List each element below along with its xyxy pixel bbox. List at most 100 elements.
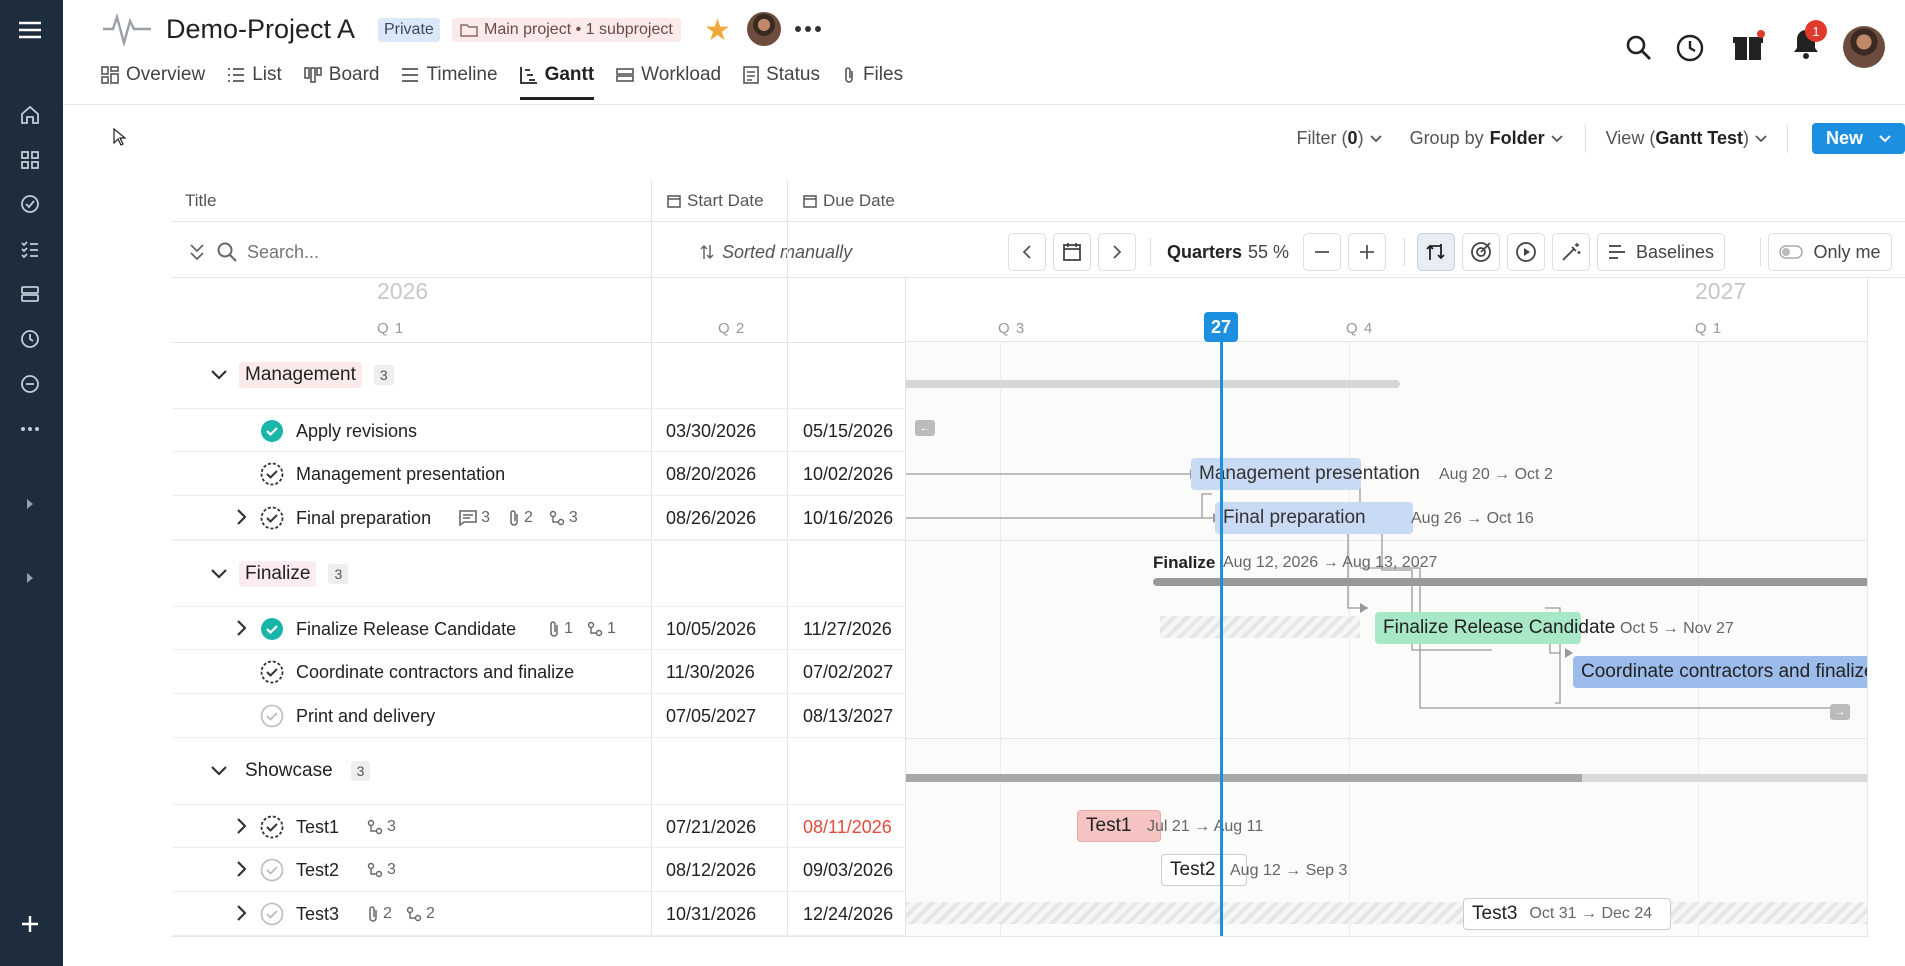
notifications-bell-icon[interactable]: 1 bbox=[1787, 20, 1827, 62]
collapse-all-icon[interactable] bbox=[189, 226, 205, 278]
table-row[interactable]: Apply revisions 03/30/2026 05/15/2026 bbox=[172, 408, 966, 452]
table-row[interactable]: Test3 2 2 10/31/2026 12/24/2026 bbox=[172, 892, 966, 936]
start-date[interactable]: 03/30/2026 bbox=[666, 409, 756, 453]
menu-icon[interactable] bbox=[18, 18, 42, 42]
table-row[interactable]: Test2 3 08/12/2026 09/03/2026 bbox=[172, 848, 966, 892]
only-me-toggle[interactable]: Only me bbox=[1768, 233, 1892, 271]
more-icon[interactable] bbox=[18, 417, 42, 441]
search-field[interactable] bbox=[247, 241, 527, 263]
tab-gantt[interactable]: Gantt bbox=[519, 64, 594, 100]
table-row[interactable]: Management presentation 08/20/2026 10/02… bbox=[172, 452, 966, 496]
critical-path-toggle[interactable] bbox=[1462, 233, 1500, 271]
group-header-finalize[interactable]: Finalize 3 bbox=[172, 540, 927, 606]
offscreen-right-arrow-icon[interactable]: → bbox=[1830, 704, 1850, 720]
group-header-showcase[interactable]: Showcase 3 bbox=[211, 738, 371, 804]
search-input[interactable] bbox=[247, 226, 547, 278]
table-row[interactable]: Finalize Release Candidate 1 1 10/05/202… bbox=[172, 606, 966, 650]
gantt-chart[interactable]: ← Management presentation Aug 20 → Oct 2… bbox=[905, 278, 1867, 936]
column-due-date[interactable]: Due Date bbox=[803, 180, 895, 222]
pending-check-icon[interactable] bbox=[260, 660, 284, 684]
due-date[interactable]: 11/27/2026 bbox=[803, 607, 892, 651]
today-button[interactable] bbox=[1053, 233, 1091, 271]
due-date[interactable]: 09/03/2026 bbox=[803, 848, 893, 892]
apps-grid-icon[interactable] bbox=[18, 148, 42, 172]
chevron-right-icon[interactable] bbox=[236, 509, 246, 525]
gantt-bar-test3[interactable]: Test3 Oct 31 → Dec 24 bbox=[1463, 898, 1671, 930]
due-date[interactable]: 10/16/2026 bbox=[803, 496, 893, 540]
view-selector-button[interactable]: View (Gantt Test) bbox=[1606, 128, 1767, 149]
start-date[interactable]: 08/26/2026 bbox=[666, 496, 756, 540]
due-date[interactable]: 12/24/2026 bbox=[803, 892, 893, 936]
expand-right-icon[interactable] bbox=[18, 566, 42, 590]
sort-button[interactable]: Sorted manually bbox=[700, 226, 852, 278]
history-clock-icon[interactable] bbox=[1676, 34, 1704, 62]
gantt-bar-final-preparation[interactable]: Final preparation bbox=[1215, 502, 1413, 534]
start-date[interactable]: 11/30/2026 bbox=[666, 650, 755, 694]
pending-check-icon[interactable] bbox=[260, 815, 284, 839]
favorite-star-icon[interactable]: ★ bbox=[704, 13, 731, 48]
tab-board[interactable]: Board bbox=[303, 64, 379, 100]
search-icon[interactable] bbox=[1626, 35, 1652, 61]
chevron-down-icon[interactable] bbox=[211, 568, 227, 579]
table-row[interactable]: Print and delivery 07/05/2027 08/13/2027 bbox=[172, 694, 966, 738]
table-row[interactable]: Test1 3 07/21/2026 08/11/2026 bbox=[172, 804, 966, 848]
tab-timeline[interactable]: Timeline bbox=[401, 64, 498, 100]
user-avatar[interactable] bbox=[1843, 26, 1885, 68]
group-summary-bar[interactable] bbox=[1153, 578, 1867, 586]
open-check-icon[interactable] bbox=[260, 858, 284, 882]
minus-circle-icon[interactable] bbox=[18, 372, 42, 396]
baselines-button[interactable]: Baselines bbox=[1597, 233, 1725, 271]
chevron-down-icon[interactable] bbox=[211, 370, 227, 380]
group-by-button[interactable]: Group by Folder bbox=[1410, 128, 1563, 149]
tab-workload[interactable]: Workload bbox=[616, 64, 721, 100]
home-icon[interactable] bbox=[18, 103, 42, 127]
pending-check-icon[interactable] bbox=[260, 506, 284, 530]
start-date[interactable]: 08/20/2026 bbox=[666, 452, 756, 496]
pending-check-icon[interactable] bbox=[260, 462, 284, 486]
prev-period-button[interactable] bbox=[1008, 233, 1046, 271]
member-avatar[interactable] bbox=[747, 12, 781, 46]
zoom-out-button[interactable] bbox=[1303, 233, 1341, 271]
dependencies-toggle[interactable] bbox=[1417, 233, 1455, 271]
chevron-right-icon[interactable] bbox=[236, 861, 246, 877]
column-start-date[interactable]: Start Date bbox=[667, 180, 764, 222]
database-icon[interactable] bbox=[18, 282, 42, 306]
filter-button[interactable]: Filter (0) bbox=[1297, 128, 1382, 149]
table-row[interactable]: Final preparation 3 2 3 08/26/2026 10/16… bbox=[172, 496, 966, 540]
tab-status[interactable]: Status bbox=[743, 64, 820, 100]
gantt-bar-finalize-release-candidate[interactable]: Finalize Release Candidate bbox=[1375, 612, 1615, 644]
tab-list[interactable]: List bbox=[227, 64, 282, 100]
checklist-icon[interactable] bbox=[18, 237, 42, 261]
tab-overview[interactable]: Overview bbox=[101, 64, 205, 100]
column-title[interactable]: Title bbox=[185, 180, 217, 222]
zoom-scale-label[interactable]: Quarters bbox=[1167, 226, 1242, 278]
chevron-right-icon[interactable] bbox=[236, 620, 246, 636]
chevron-right-icon[interactable] bbox=[236, 905, 246, 921]
open-check-icon[interactable] bbox=[260, 902, 284, 926]
autoschedule-toggle[interactable] bbox=[1507, 233, 1545, 271]
clock-icon[interactable] bbox=[18, 327, 42, 351]
open-check-icon[interactable] bbox=[260, 704, 284, 728]
add-icon[interactable] bbox=[18, 912, 42, 936]
project-hierarchy-badge[interactable]: Main project • 1 subproject bbox=[452, 18, 681, 42]
start-date[interactable]: 08/12/2026 bbox=[666, 848, 756, 892]
privacy-badge[interactable]: Private bbox=[378, 18, 440, 42]
start-date[interactable]: 10/31/2026 bbox=[666, 892, 756, 936]
due-date[interactable]: 05/15/2026 bbox=[803, 409, 893, 453]
next-period-button[interactable] bbox=[1098, 233, 1136, 271]
start-date[interactable]: 07/05/2027 bbox=[666, 694, 756, 738]
gift-icon[interactable] bbox=[1732, 30, 1766, 62]
completed-check-icon[interactable] bbox=[260, 419, 284, 443]
group-header-management[interactable]: Management 3 bbox=[211, 342, 394, 408]
zoom-in-button[interactable] bbox=[1348, 233, 1386, 271]
due-date[interactable]: 07/02/2027 bbox=[803, 650, 893, 694]
start-date[interactable]: 10/05/2026 bbox=[666, 607, 756, 651]
check-circle-icon[interactable] bbox=[18, 192, 42, 216]
group-summary-bar[interactable] bbox=[905, 774, 1582, 782]
chevron-right-icon[interactable] bbox=[236, 818, 246, 834]
today-badge[interactable]: 27 bbox=[1204, 312, 1238, 342]
chevron-down-icon[interactable] bbox=[211, 766, 227, 776]
due-date[interactable]: 08/13/2027 bbox=[803, 694, 893, 738]
gantt-bar-management-presentation[interactable]: Management presentation bbox=[1191, 458, 1420, 490]
due-date[interactable]: 10/02/2026 bbox=[803, 452, 893, 496]
